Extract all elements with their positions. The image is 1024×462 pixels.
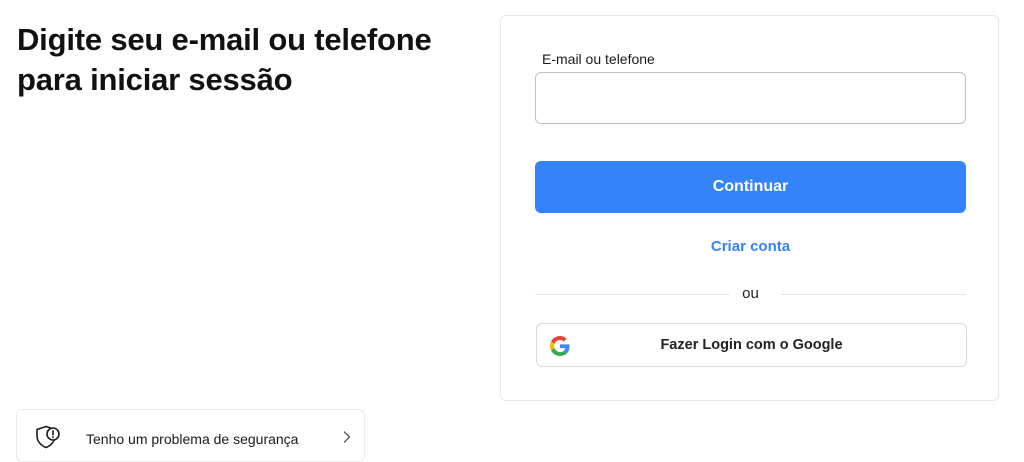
page-title-line-2: para iniciar sessão [17,62,293,97]
security-problem-label: Tenho um problema de segurança [86,431,299,447]
security-problem-link[interactable]: Tenho um problema de segurança [16,409,365,462]
create-account-link[interactable]: Criar conta [535,238,966,255]
or-divider: ou [535,284,966,304]
google-login-button[interactable]: Fazer Login com o Google [536,323,967,367]
page-title: Digite seu e-mail ou telefone para inici… [17,20,477,100]
email-or-phone-label: E-mail ou telefone [542,51,655,67]
shield-alert-icon [36,425,60,449]
chevron-right-icon [343,431,351,443]
divider-line-right [780,294,966,295]
page-title-line-1: Digite seu e-mail ou telefone [17,22,432,57]
login-card: E-mail ou telefone Continuar Criar conta… [500,15,999,401]
continue-button[interactable]: Continuar [535,161,966,213]
google-login-label: Fazer Login com o Google [660,337,843,353]
email-or-phone-input[interactable] [535,72,966,124]
